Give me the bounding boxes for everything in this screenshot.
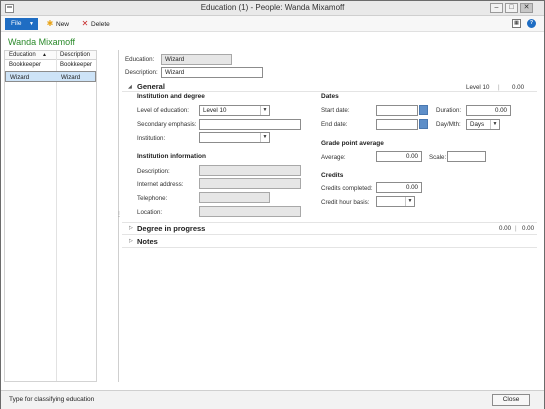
- inst-description-label: Description:: [137, 168, 170, 175]
- page-title: Wanda Mixamoff: [8, 37, 76, 47]
- file-menu-button[interactable]: File ▼: [5, 18, 38, 30]
- credit-hour-basis-label: Credit hour basis:: [321, 199, 370, 206]
- list-item-selected[interactable]: Wizard Wizard: [5, 71, 96, 82]
- credits-header: Credits: [321, 172, 344, 179]
- level-of-education-value: Level 10: [203, 107, 227, 114]
- splitter-grip-icon[interactable]: ⋮: [116, 211, 122, 221]
- minimize-button[interactable]: –: [490, 3, 503, 13]
- list-item-education: Bookkeeper: [9, 62, 42, 68]
- credits-completed-field[interactable]: 0.00: [376, 182, 422, 193]
- credit-hour-basis-select[interactable]: ▼: [376, 196, 415, 207]
- expand-caret-icon[interactable]: ▷: [129, 238, 133, 244]
- telephone-label: Telephone:: [137, 195, 168, 202]
- delete-label: Delete: [91, 21, 110, 28]
- notes-divider: [122, 234, 537, 235]
- list-item-description: Bookkeeper: [60, 62, 93, 68]
- collapse-caret-icon[interactable]: ◢: [128, 84, 132, 90]
- expand-caret-icon[interactable]: ▷: [129, 225, 133, 231]
- window: Education (1) - People: Wanda Mixamoff –…: [0, 0, 545, 409]
- chevron-down-icon[interactable]: ▼: [490, 120, 499, 129]
- description-field[interactable]: Wizard: [161, 67, 263, 78]
- credits-completed-label: Credits completed:: [321, 185, 373, 192]
- start-date-field[interactable]: [376, 105, 418, 116]
- education-field[interactable]: Wizard: [161, 54, 232, 65]
- new-button[interactable]: ✱ New: [46, 18, 69, 30]
- duration-field[interactable]: 0.00: [466, 105, 511, 116]
- general-section-header[interactable]: General: [137, 82, 165, 91]
- end-date-field[interactable]: [376, 119, 418, 130]
- institution-information-header: Institution information: [137, 153, 206, 160]
- institution-degree-header: Institution and degree: [137, 93, 205, 100]
- window-title: Education (1) - People: Wanda Mixamoff: [200, 3, 345, 12]
- column-description[interactable]: Description: [60, 52, 90, 58]
- degree-value-1: 0.00: [499, 225, 512, 232]
- summary-separator: |: [498, 84, 500, 91]
- layout-icon[interactable]: ▦: [512, 19, 521, 28]
- location-label: Location:: [137, 209, 163, 216]
- status-bar: Type for classifying education Close: [1, 390, 544, 409]
- level-of-education-label: Level of education:: [137, 107, 189, 114]
- degree-in-progress-header[interactable]: Degree in progress: [137, 224, 205, 233]
- education-list: Education ▲ Description Bookkeeper Bookk…: [4, 50, 97, 382]
- start-date-label: Start date:: [321, 107, 350, 114]
- scale-label: Scale:: [429, 154, 447, 161]
- calendar-icon[interactable]: [419, 119, 428, 129]
- notes-bottom-divider: [122, 247, 537, 248]
- gpa-header: Grade point average: [321, 140, 384, 147]
- degree-divider: [122, 222, 537, 223]
- inst-description-field[interactable]: [199, 165, 301, 176]
- description-label: Description:: [125, 69, 158, 76]
- delete-button[interactable]: ✕ Delete: [81, 18, 110, 30]
- daymth-value: Days: [470, 121, 485, 128]
- list-item[interactable]: Bookkeeper Bookkeeper: [5, 61, 96, 70]
- maximize-button[interactable]: □: [505, 3, 518, 13]
- scale-field[interactable]: [447, 151, 486, 162]
- new-star-icon: ✱: [46, 19, 54, 28]
- delete-x-icon: ✕: [81, 19, 89, 28]
- education-label: Education:: [125, 56, 155, 63]
- secondary-emphasis-field[interactable]: [199, 119, 301, 130]
- notes-header[interactable]: Notes: [137, 237, 158, 246]
- chevron-down-icon[interactable]: ▼: [260, 133, 269, 142]
- general-summary-level: Level 10: [466, 84, 490, 91]
- telephone-field[interactable]: [199, 192, 270, 203]
- file-label: File: [11, 20, 22, 27]
- new-label: New: [56, 21, 70, 28]
- calendar-icon[interactable]: [419, 105, 428, 115]
- chevron-down-icon[interactable]: ▼: [405, 197, 414, 206]
- status-text: Type for classifying education: [9, 396, 95, 403]
- daymth-select[interactable]: Days ▼: [466, 119, 500, 130]
- end-date-label: End date:: [321, 121, 348, 128]
- secondary-emphasis-label: Secondary emphasis:: [137, 121, 197, 128]
- title-bar: Education (1) - People: Wanda Mixamoff –…: [1, 1, 544, 16]
- close-button[interactable]: Close: [492, 394, 530, 406]
- level-of-education-select[interactable]: Level 10 ▼: [199, 105, 270, 116]
- general-divider: [122, 91, 537, 92]
- help-icon[interactable]: ?: [527, 19, 536, 28]
- chevron-down-icon[interactable]: ▼: [260, 106, 269, 115]
- list-item-education: Wizard: [10, 74, 30, 81]
- internet-address-field[interactable]: [199, 178, 301, 189]
- close-window-button[interactable]: ✕: [520, 3, 533, 13]
- list-item-description: Wizard: [61, 74, 81, 81]
- duration-label: Duration:: [436, 107, 462, 114]
- daymth-label: Day/Mth:: [436, 121, 461, 128]
- action-pane: File ▼ ✱ New ✕ Delete ▦ ?: [1, 16, 544, 32]
- average-label: Average:: [321, 154, 346, 161]
- list-header: Education ▲ Description: [5, 51, 96, 60]
- general-summary-value: 0.00: [512, 84, 525, 91]
- column-divider: [56, 51, 57, 381]
- degree-value-2: 0.00: [522, 225, 535, 232]
- institution-select[interactable]: ▼: [199, 132, 270, 143]
- institution-label: Institution:: [137, 135, 166, 142]
- sort-up-icon: ▲: [42, 52, 47, 58]
- column-education[interactable]: Education: [9, 52, 36, 58]
- location-field[interactable]: [199, 206, 301, 217]
- chevron-down-icon: ▼: [29, 21, 34, 27]
- internet-address-label: Internet address:: [137, 181, 184, 188]
- degree-separator: |: [515, 225, 517, 232]
- average-field[interactable]: 0.00: [376, 151, 422, 162]
- dates-header: Dates: [321, 93, 339, 100]
